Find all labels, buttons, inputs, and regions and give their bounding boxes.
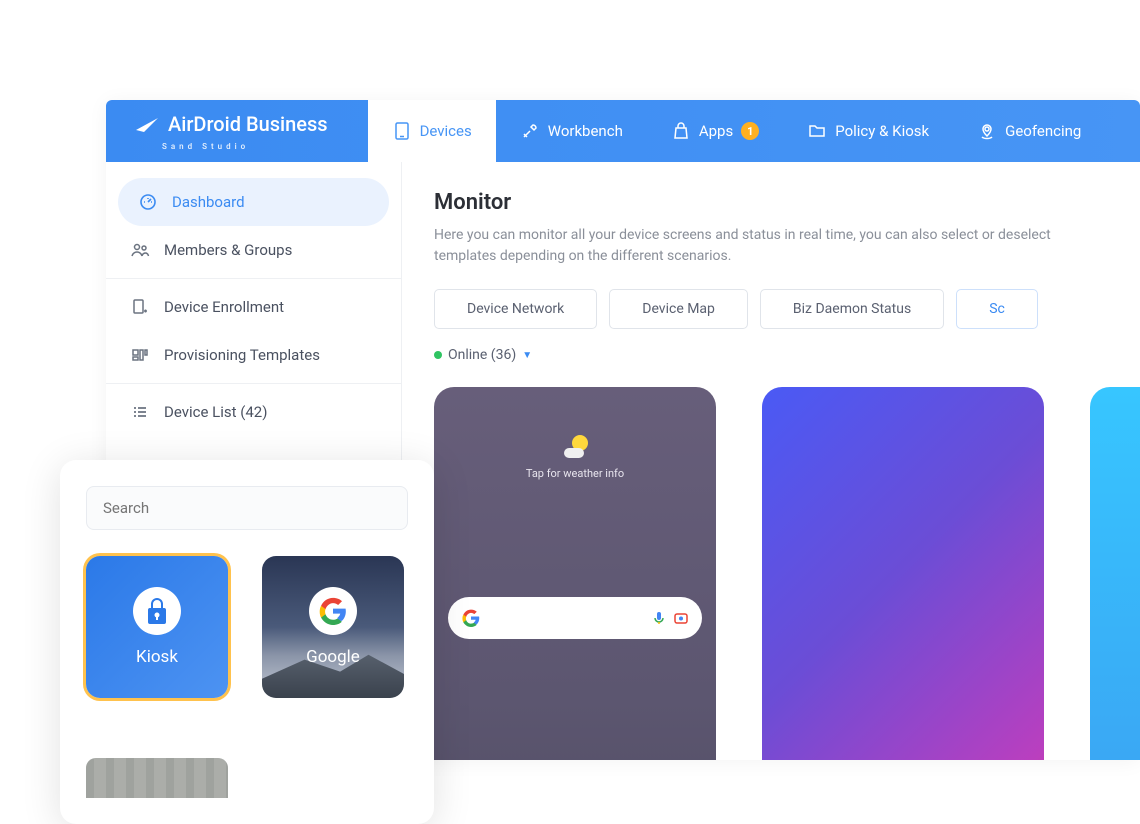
- nav-policy[interactable]: Policy & Kiosk: [783, 100, 953, 162]
- lens-icon: [674, 611, 688, 625]
- app-card-label: Google: [306, 647, 360, 667]
- nav-workbench[interactable]: Workbench: [496, 100, 647, 162]
- devices-grid: Tap for weather info 10Calendar Gallery …: [434, 387, 1108, 760]
- chevron-down-icon: ▼: [522, 350, 532, 361]
- tab-biz[interactable]: Biz Daemon Status: [760, 289, 944, 329]
- list-icon: [130, 402, 150, 422]
- apps-badge: 1: [741, 122, 759, 140]
- brand-name: AirDroid Business: [168, 112, 328, 136]
- sidebar-provisioning-label: Provisioning Templates: [164, 346, 320, 364]
- nav-apps[interactable]: Apps 1: [647, 100, 783, 162]
- google-icon: [309, 587, 357, 635]
- nav-apps-label: Apps: [699, 122, 733, 140]
- google-search-bar: [448, 597, 702, 639]
- device-screen[interactable]: [1090, 387, 1140, 760]
- floating-app-panel: Kiosk Google: [60, 460, 434, 824]
- sidebar-members[interactable]: Members & Groups: [106, 226, 401, 274]
- device-screen[interactable]: Tap for weather info 10Calendar Gallery …: [434, 387, 716, 760]
- tabs: Device Network Device Map Biz Daemon Sta…: [434, 289, 1108, 329]
- nav-policy-label: Policy & Kiosk: [835, 122, 929, 140]
- sidebar-devicelist-label: Device List (42): [164, 403, 267, 421]
- main-content: Monitor Here you can monitor all your de…: [402, 162, 1140, 760]
- tab-screen[interactable]: Sc: [956, 289, 1038, 329]
- tab-network[interactable]: Device Network: [434, 289, 597, 329]
- brand-logo: AirDroid Business Sand Studio: [134, 112, 328, 151]
- search-input[interactable]: [86, 486, 408, 530]
- gauge-icon: [138, 192, 158, 212]
- page-title: Monitor: [434, 190, 1108, 215]
- sidebar-enrollment-label: Device Enrollment: [164, 298, 284, 316]
- online-dot-icon: [434, 351, 442, 359]
- weather-icon: [562, 435, 588, 461]
- nav-workbench-label: Workbench: [548, 122, 623, 140]
- nav-devices-label: Devices: [420, 122, 472, 140]
- app-card-label: Kiosk: [136, 647, 178, 667]
- bag-icon: [671, 121, 691, 141]
- tablet-icon: [392, 121, 412, 141]
- sidebar-devicelist[interactable]: Device List (42): [106, 388, 401, 436]
- weather-label: Tap for weather info: [526, 467, 624, 480]
- nav-geofencing-label: Geofencing: [1005, 122, 1081, 140]
- sidebar-enrollment[interactable]: Device Enrollment: [106, 283, 401, 331]
- folder-icon: [807, 121, 827, 141]
- tab-map[interactable]: Device Map: [609, 289, 748, 329]
- device-plus-icon: [130, 297, 150, 317]
- templates-icon: [130, 345, 150, 365]
- geo-icon: [977, 121, 997, 141]
- app-card-kiosk[interactable]: Kiosk: [86, 556, 228, 698]
- topbar: AirDroid Business Sand Studio Devices Wo…: [106, 100, 1140, 162]
- app-card-partial[interactable]: [86, 758, 228, 798]
- nav-devices[interactable]: Devices: [368, 100, 496, 162]
- page-desc: Here you can monitor all your device scr…: [434, 225, 1108, 267]
- sidebar-provisioning[interactable]: Provisioning Templates: [106, 331, 401, 379]
- device-screen[interactable]: Clock 25°CWeather File Manager i Music i…: [762, 387, 1044, 760]
- app-card-google[interactable]: Google: [262, 556, 404, 698]
- status-filter[interactable]: Online (36) ▼: [434, 347, 1108, 363]
- sidebar-dashboard-label: Dashboard: [172, 193, 245, 211]
- tools-icon: [520, 121, 540, 141]
- nav-geofencing[interactable]: Geofencing: [953, 100, 1105, 162]
- sidebar-members-label: Members & Groups: [164, 241, 292, 259]
- top-nav: Devices Workbench Apps 1 Policy & Kiosk …: [368, 100, 1106, 162]
- status-label: Online (36): [448, 347, 516, 363]
- weather-widget: Tap for weather info: [434, 435, 716, 480]
- brand-sub: Sand Studio: [162, 142, 249, 151]
- google-g-icon: [462, 609, 480, 627]
- sidebar-dashboard[interactable]: Dashboard: [118, 178, 389, 226]
- lock-icon: [133, 587, 181, 635]
- people-icon: [130, 240, 150, 260]
- mic-icon: [652, 611, 666, 625]
